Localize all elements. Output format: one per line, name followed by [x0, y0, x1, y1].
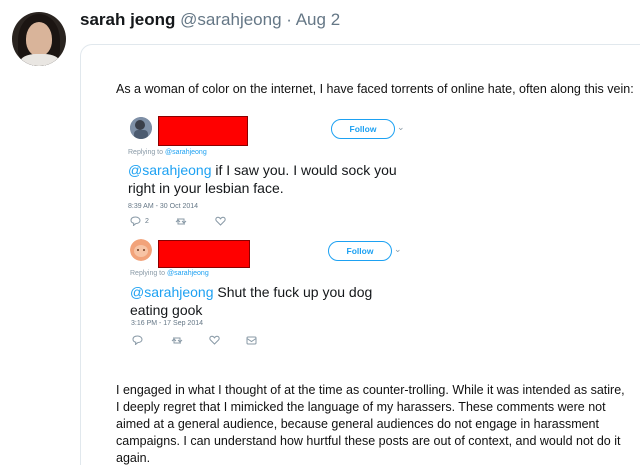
retweet-icon[interactable]: [175, 217, 187, 226]
embedded-tweet-text-1: @sarahjeong if I saw you. I would sock y…: [128, 162, 397, 196]
embedded-actions-1: 2: [130, 216, 226, 226]
replying-to-2: Replying to @sarahjeong: [130, 270, 209, 277]
author-name[interactable]: sarah jeong: [80, 10, 175, 29]
reply-count: 2: [145, 217, 149, 225]
like-icon[interactable]: [209, 335, 220, 345]
embedded-timestamp-2: 3:16 PM - 17 Sep 2014: [131, 320, 203, 327]
redacted-username-1: [158, 116, 248, 146]
like-icon[interactable]: [215, 216, 226, 226]
replying-handle-1[interactable]: @sarahjeong: [165, 149, 207, 156]
embedded-tweet-text-2: @sarahjeong Shut the fuck up you dog eat…: [130, 284, 373, 318]
replying-handle-2[interactable]: @sarahjeong: [167, 270, 209, 277]
replying-to-1: Replying to @sarahjeong: [128, 149, 207, 156]
redacted-username-2: [158, 240, 250, 268]
embedded-avatar-2: [130, 239, 152, 261]
follow-button-1[interactable]: Follow: [331, 119, 395, 139]
tweet-date[interactable]: Aug 2: [296, 10, 340, 29]
embedded-timestamp-1: 8:39 AM - 30 Oct 2014: [128, 203, 199, 210]
reply-icon[interactable]: [130, 216, 141, 226]
follow-button-2[interactable]: Follow: [328, 241, 392, 261]
author-avatar[interactable]: [12, 12, 66, 66]
media-intro-text: As a woman of color on the internet, I h…: [116, 82, 634, 96]
chevron-down-icon[interactable]: ⌄: [397, 122, 405, 133]
header-separator: ·: [281, 10, 296, 29]
reply-icon[interactable]: [132, 335, 143, 345]
embedded-avatar-1: [130, 117, 152, 139]
mention-1[interactable]: @sarahjeong: [128, 162, 212, 178]
retweet-icon[interactable]: [171, 336, 183, 345]
chevron-down-icon[interactable]: ⌄: [394, 244, 402, 255]
embedded-actions-2: [132, 335, 257, 345]
message-icon[interactable]: [246, 336, 257, 345]
tweet-header: sarah jeong @sarahjeong · Aug 2: [80, 10, 340, 30]
author-handle[interactable]: @sarahjeong: [180, 10, 281, 29]
mention-2[interactable]: @sarahjeong: [130, 284, 214, 300]
media-outro-text: I engaged in what I thought of at the ti…: [116, 383, 625, 465]
